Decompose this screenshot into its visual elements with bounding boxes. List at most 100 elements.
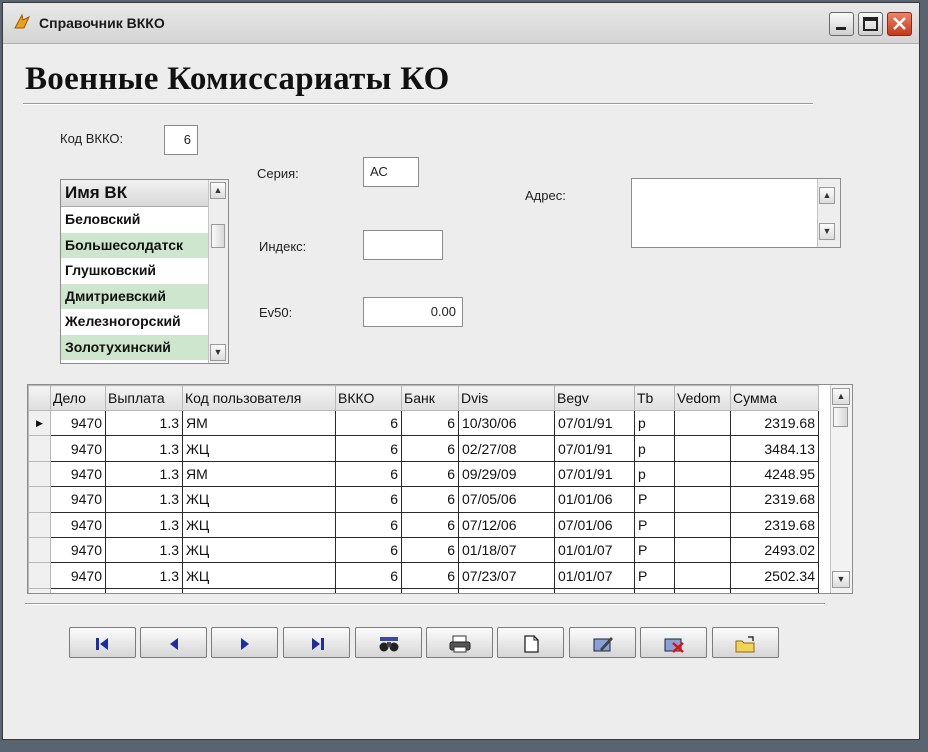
prev-record-button[interactable] (140, 627, 207, 658)
table-cell[interactable]: 6 (401, 460, 459, 488)
list-item[interactable]: Беловский (61, 207, 208, 233)
row-indicator[interactable] (28, 587, 51, 593)
table-cell[interactable]: ЖЦ (182, 511, 336, 538)
table-cell[interactable]: 6 (401, 511, 459, 538)
table-row[interactable]: 9470 1.3 ЯМ 6 6 09/29/09 07/01/91 р 4248.95 (28, 460, 819, 488)
first-record-button[interactable] (69, 627, 136, 658)
column-header[interactable]: Vedom (674, 385, 731, 411)
row-indicator[interactable] (28, 435, 51, 462)
table-cell[interactable]: 01/01/07 (554, 536, 635, 564)
table-cell[interactable] (674, 409, 731, 437)
scroll-down-icon[interactable]: ▼ (210, 344, 226, 361)
table-cell[interactable]: 1.3 (105, 562, 183, 589)
grid-scrollbar[interactable]: ▲ ▼ (830, 385, 852, 593)
list-item[interactable]: Железногорский (61, 309, 208, 335)
row-indicator[interactable] (28, 562, 51, 589)
column-header[interactable]: Банк (401, 385, 459, 411)
scroll-down-icon[interactable]: ▼ (832, 571, 850, 588)
table-cell[interactable]: 9470 (50, 536, 106, 564)
table-cell[interactable] (674, 511, 731, 538)
table-cell[interactable]: 07/01/91 (554, 435, 635, 462)
table-cell[interactable]: 07/12/06 (458, 511, 555, 538)
table-cell[interactable]: 1.3 (105, 460, 183, 488)
table-cell[interactable] (674, 536, 731, 564)
new-record-button[interactable] (497, 627, 564, 658)
table-cell[interactable] (730, 587, 819, 593)
close-button[interactable] (887, 12, 912, 36)
table-cell[interactable] (674, 562, 731, 589)
table-cell[interactable]: 07/01/91 (554, 460, 635, 488)
table-cell[interactable]: 2493.02 (730, 536, 819, 564)
table-cell[interactable]: р (634, 409, 675, 437)
column-header[interactable]: ВККО (335, 385, 402, 411)
minimize-button[interactable] (829, 12, 854, 36)
vk-list-scrollbar[interactable]: ▲ ▼ (208, 180, 228, 363)
list-item[interactable]: Глушковский (61, 258, 208, 284)
table-cell[interactable]: 9470 (50, 409, 106, 437)
column-header[interactable]: Tb (634, 385, 675, 411)
table-cell[interactable]: 6 (401, 435, 459, 462)
table-cell[interactable]: 1.3 (105, 511, 183, 538)
table-cell[interactable]: 9470 (50, 486, 106, 513)
code-field[interactable]: 6 (164, 125, 198, 155)
scroll-up-icon[interactable]: ▲ (832, 388, 850, 405)
scroll-thumb[interactable] (833, 407, 848, 427)
table-cell[interactable]: ЖЦ (182, 486, 336, 513)
table-cell[interactable]: р (634, 460, 675, 488)
table-cell[interactable]: ЖЦ (182, 435, 336, 462)
table-cell[interactable]: 01/18/07 (458, 536, 555, 564)
current-row-pointer-icon[interactable]: ▶ (28, 409, 51, 437)
ev50-field[interactable]: 0.00 (363, 297, 463, 327)
address-scrollbar[interactable]: ▲ ▼ (817, 179, 840, 247)
table-cell[interactable] (50, 587, 106, 593)
list-item[interactable]: Золотухинский (61, 334, 208, 360)
exit-button[interactable] (712, 627, 779, 658)
scroll-down-icon[interactable]: ▼ (819, 223, 835, 240)
table-cell[interactable] (674, 587, 731, 593)
print-button[interactable] (426, 627, 493, 658)
table-cell[interactable]: ЖЦ (182, 562, 336, 589)
table-cell[interactable]: 10/30/06 (458, 409, 555, 437)
table-cell[interactable] (554, 587, 635, 593)
row-indicator[interactable] (28, 511, 51, 538)
table-cell[interactable] (674, 486, 731, 513)
table-cell[interactable]: 09/29/09 (458, 460, 555, 488)
table-cell[interactable]: 9470 (50, 511, 106, 538)
table-cell[interactable] (634, 587, 675, 593)
column-header[interactable]: Выплата (105, 385, 183, 411)
table-cell[interactable] (182, 587, 336, 593)
table-cell[interactable]: ЯМ (182, 409, 336, 437)
table-cell[interactable]: р (634, 435, 675, 462)
table-cell[interactable]: 1.3 (105, 409, 183, 437)
table-cell[interactable] (458, 587, 555, 593)
table-cell[interactable]: 6 (401, 562, 459, 589)
table-cell[interactable]: 02/27/08 (458, 435, 555, 462)
table-cell[interactable] (401, 587, 459, 593)
table-row[interactable]: 9470 1.3 ЖЦ 6 6 02/27/08 07/01/91 р 3484.13 (28, 435, 819, 462)
payments-grid[interactable]: Дело Выплата Код пользователя ВККО Банк … (27, 384, 853, 594)
table-cell[interactable]: 1.3 (105, 435, 183, 462)
table-row[interactable]: ▶ 9470 1.3 ЯМ 6 6 10/30/06 07/01/91 р 2319.68 (28, 409, 819, 437)
table-cell[interactable]: 6 (335, 435, 402, 462)
column-header[interactable]: Сумма (730, 385, 819, 411)
delete-record-button[interactable] (640, 627, 707, 658)
edit-record-button[interactable] (569, 627, 636, 658)
table-cell[interactable]: ЯМ (182, 460, 336, 488)
table-cell[interactable]: Р (634, 486, 675, 513)
table-cell[interactable]: 07/05/06 (458, 486, 555, 513)
row-indicator[interactable] (28, 460, 51, 488)
table-cell[interactable]: 4248.95 (730, 460, 819, 488)
table-cell[interactable]: 9470 (50, 562, 106, 589)
table-cell[interactable] (674, 435, 731, 462)
row-indicator[interactable] (28, 536, 51, 564)
table-cell[interactable]: 2502.34 (730, 562, 819, 589)
table-row[interactable] (28, 587, 819, 593)
table-cell[interactable]: 6 (335, 409, 402, 437)
table-cell[interactable]: 1.3 (105, 486, 183, 513)
table-row[interactable]: 9470 1.3 ЖЦ 6 6 07/23/07 01/01/07 Р 2502.34 (28, 562, 819, 589)
next-record-button[interactable] (211, 627, 278, 658)
table-cell[interactable]: 6 (335, 486, 402, 513)
title-bar[interactable]: Справочник ВККО (3, 3, 919, 44)
table-cell[interactable]: 01/01/07 (554, 562, 635, 589)
list-item[interactable]: Большесолдатск (61, 232, 208, 258)
